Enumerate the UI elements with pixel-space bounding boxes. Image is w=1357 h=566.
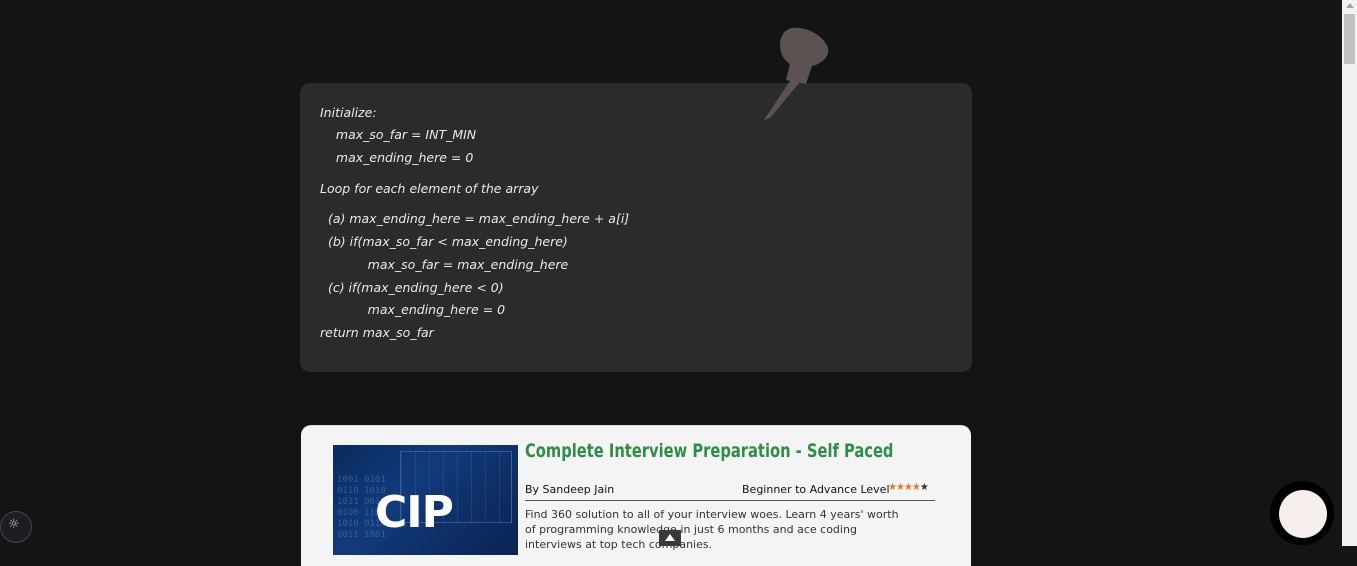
code-line: max_ending_here = 0 <box>320 150 474 165</box>
code-line: max_so_far = max_ending_here <box>320 257 569 272</box>
course-card[interactable]: 1001 0101 0110 1010 1011 0010 0100 1101 1010… <box>301 425 971 566</box>
chat-bubble-icon <box>1279 490 1327 538</box>
course-level: Beginner to Advance Level <box>742 483 890 496</box>
code-line: return max_so_far <box>320 325 434 340</box>
code-line: (b) if(max_so_far < max_ending_here) <box>320 234 568 249</box>
scrollbar-thumb[interactable] <box>1344 14 1355 64</box>
scroll-up-arrow-icon[interactable] <box>1346 3 1354 8</box>
scroll-to-top-button[interactable] <box>659 530 681 546</box>
thumbnail-title: CIP <box>375 487 454 538</box>
page-scrollbar[interactable] <box>1342 0 1357 546</box>
course-title[interactable]: Complete Interview Preparation - Self Pa… <box>525 440 893 462</box>
rating-stars: ★★★★★ <box>888 482 929 493</box>
course-description: Find 360 solution to all of your intervi… <box>525 508 899 551</box>
accessibility-button[interactable]: ☼ <box>0 511 32 543</box>
code-line: max_ending_here = 0 <box>320 302 506 317</box>
code-line: max_so_far = INT_MIN <box>320 127 477 142</box>
pushpin-icon <box>764 27 829 120</box>
chat-bubble-button[interactable] <box>1270 481 1334 545</box>
code-line: (a) max_ending_here = max_ending_here + … <box>320 211 630 226</box>
code-line: Initialize: <box>320 105 377 120</box>
course-thumbnail[interactable]: 1001 0101 0110 1010 1011 0010 0100 1101 1010… <box>333 445 518 555</box>
divider <box>525 500 935 501</box>
course-author: By Sandeep Jain <box>525 483 615 496</box>
accessibility-icon: ☼ <box>8 517 20 532</box>
code-line: (c) if(max_ending_here < 0) <box>320 280 504 295</box>
code-note-card: Initialize: max_so_far = INT_MIN max_end… <box>300 83 972 372</box>
star-icon: ★ <box>919 482 929 493</box>
code-line: Loop for each element of the array <box>320 181 539 196</box>
